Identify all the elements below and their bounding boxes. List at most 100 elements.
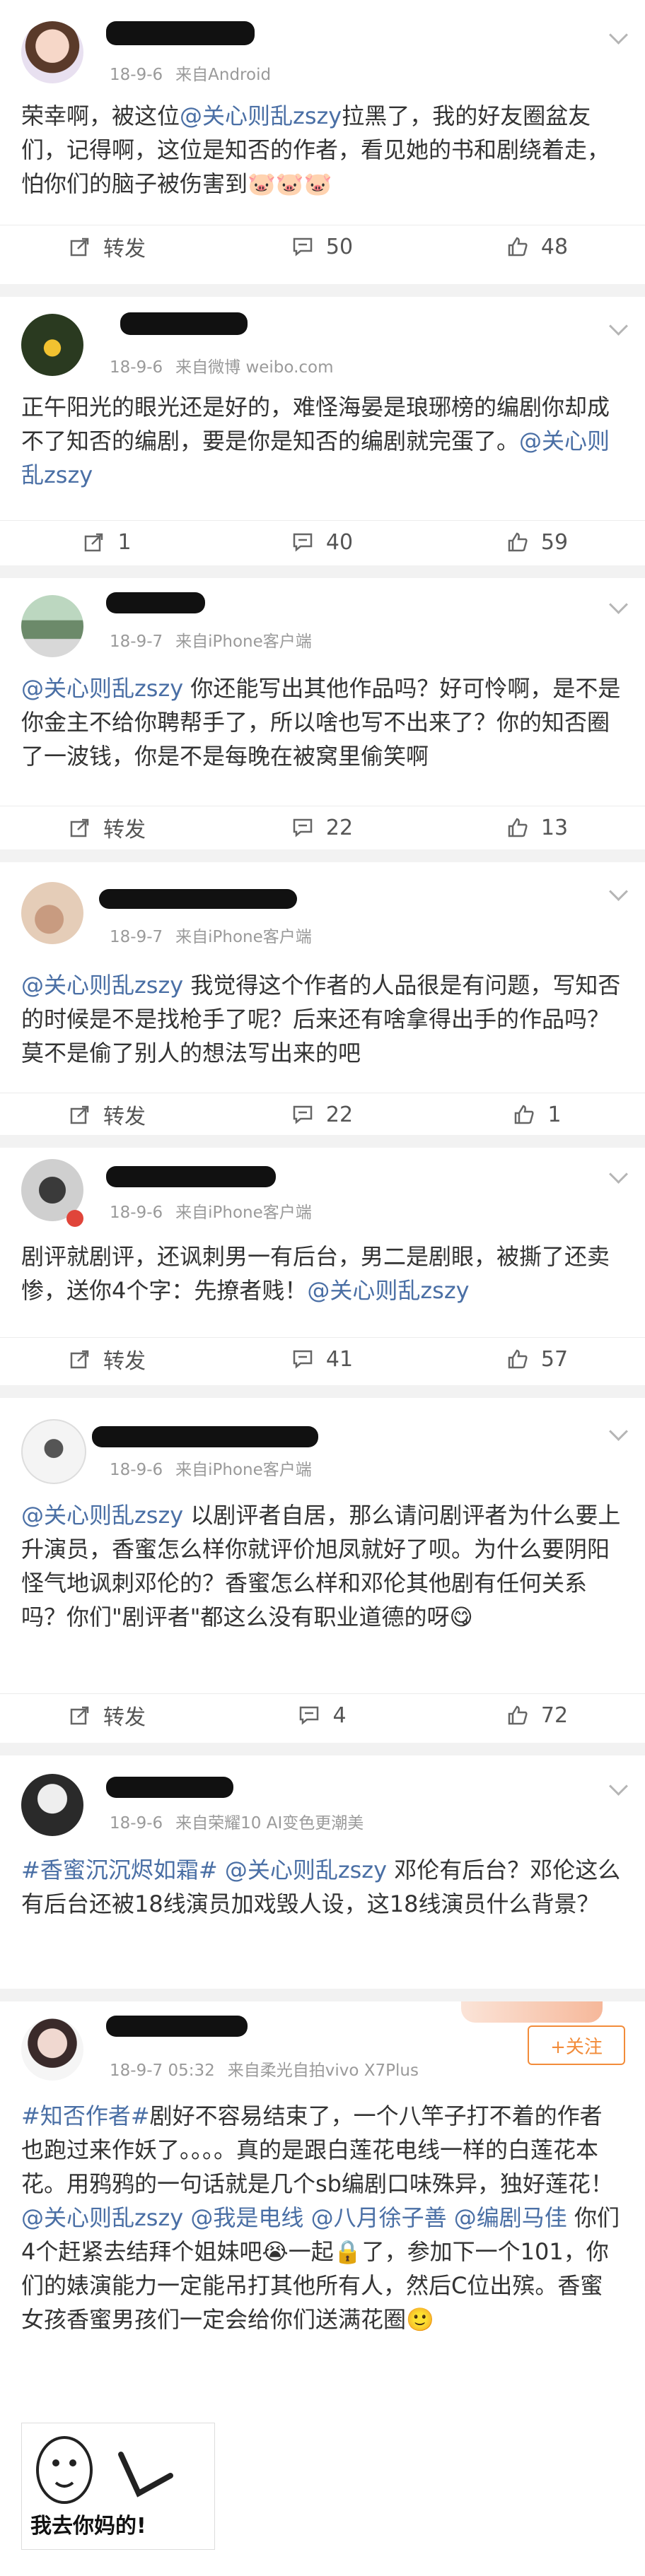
post-meta: 18-9-6 来自微博 weibo.com xyxy=(110,358,334,377)
comment-icon xyxy=(300,1706,319,1725)
chevron-down-icon[interactable] xyxy=(609,1422,628,1441)
post-card: 18-9-6 来自iPhone客户端 @关心则乱zszy 以剧评者自居，那么请问剧… xyxy=(0,1398,645,1743)
thumbs-up-icon xyxy=(508,818,528,837)
chevron-down-icon[interactable] xyxy=(609,882,628,901)
mention-link[interactable]: @我是电线 xyxy=(190,2204,303,2231)
action-bar: 转发 4 72 xyxy=(0,1693,645,1736)
avatar[interactable] xyxy=(21,595,83,657)
mention-link[interactable]: @编剧马佳 xyxy=(454,2204,567,2231)
mention-link[interactable]: @关心则乱zszy xyxy=(21,1502,183,1529)
mention-link[interactable]: @关心则乱zszy xyxy=(307,1277,469,1304)
mention-link[interactable]: #香蜜沉沉烬如霜# xyxy=(21,1857,218,1883)
emoji-icon: 🙂 xyxy=(406,2306,434,2333)
comment-button[interactable]: 22 xyxy=(215,806,430,849)
post-text: @关心则乱zszy 以剧评者自居，那么请问剧评者为什么要上升演员，香蜜怎么样你就… xyxy=(21,1498,622,1634)
repost-icon xyxy=(70,1105,89,1124)
post-card: 18-9-7 来自iPhone客户端 @关心则乱zszy 我觉得这个作者的人品很是… xyxy=(0,862,645,1135)
post-meta: 18-9-7 05:32 来自柔光自拍vivo X7Plus xyxy=(110,2062,419,2080)
post-text-segment xyxy=(183,2204,190,2231)
repost-button[interactable]: 1 xyxy=(0,521,215,563)
post-text-segment xyxy=(303,2204,310,2231)
avatar[interactable] xyxy=(21,1774,83,1836)
comment-button[interactable]: 4 xyxy=(215,1694,430,1736)
repost-button[interactable]: 转发 xyxy=(0,1338,215,1380)
repost-button[interactable]: 转发 xyxy=(0,225,215,268)
username-redacted[interactable] xyxy=(92,1426,318,1447)
comment-icon xyxy=(293,237,313,257)
mention-link[interactable]: @关心则乱zszy xyxy=(180,102,342,129)
avatar[interactable] xyxy=(21,21,83,83)
post-text: @关心则乱zszy 你还能写出其他作品吗？好可怜啊，是不是你金主不给你聘帮手了，… xyxy=(21,671,622,773)
post-card: 18-9-6 来自iPhone客户端 剧评就剧评，还讽刺男一有后台，男二是剧眼，被… xyxy=(0,1148,645,1385)
action-bar: 转发 22 13 xyxy=(0,806,645,849)
post-text: @关心则乱zszy 我觉得这个作者的人品很是有问题，写知否的时候是不是找枪手了呢… xyxy=(21,968,622,1070)
repost-button[interactable]: 转发 xyxy=(0,1093,215,1136)
sticker-caption: 我去你妈的! xyxy=(30,2514,146,2539)
comment-button[interactable]: 22 xyxy=(215,1093,430,1136)
repost-icon xyxy=(85,533,103,552)
meme-sticker-image[interactable]: 我去你妈的! xyxy=(21,2423,215,2550)
username-redacted[interactable] xyxy=(106,592,205,613)
thumbs-up-icon xyxy=(508,532,528,552)
avatar[interactable] xyxy=(21,1419,86,1484)
like-button[interactable]: 72 xyxy=(430,1694,645,1736)
post-meta: 18-9-6 来自Android xyxy=(110,66,272,84)
action-bar: 转发 22 1 xyxy=(0,1093,645,1136)
comment-icon xyxy=(293,1350,313,1369)
repost-button[interactable]: 转发 xyxy=(0,1694,215,1736)
avatar[interactable] xyxy=(21,882,83,944)
repost-icon xyxy=(70,1350,89,1369)
post-text: 荣幸啊，被这位@关心则乱zszy拉黑了，我的好友圈盆友们，记得啊，这位是知否的作… xyxy=(21,99,622,201)
post-meta: 18-9-7 来自iPhone客户端 xyxy=(110,928,312,946)
post-text-segment: 荣幸啊，被这位 xyxy=(21,102,180,129)
chevron-down-icon[interactable] xyxy=(609,595,628,614)
post-meta: 18-9-6 来自荣耀10 AI变色更潮美 xyxy=(110,1814,364,1833)
mention-link[interactable]: @关心则乱zszy xyxy=(21,675,183,702)
badge-icon xyxy=(66,1210,83,1227)
comment-icon xyxy=(293,818,313,837)
mention-link[interactable]: @关心则乱zszy xyxy=(21,2204,183,2231)
post-text: 剧评就剧评，还讽刺男一有后台，男二是剧眼，被撕了还卖惨，送你4个字：先撩者贱！@… xyxy=(21,1240,622,1307)
chevron-down-icon[interactable] xyxy=(609,317,628,336)
chevron-down-icon[interactable] xyxy=(609,1165,628,1184)
post-card: 18-9-7 05:32 来自柔光自拍vivo X7Plus +关注 #知否作者#… xyxy=(0,2001,645,2576)
avatar[interactable] xyxy=(21,314,83,376)
follow-button[interactable]: +关注 xyxy=(528,2025,625,2065)
like-button[interactable]: 59 xyxy=(430,521,645,563)
like-button[interactable]: 13 xyxy=(430,806,645,849)
mention-link[interactable]: #知否作者# xyxy=(21,2102,150,2129)
repost-icon xyxy=(70,818,89,837)
post-card: 18-9-6 来自荣耀10 AI变色更潮美 #香蜜沉沉烬如霜# @关心则乱zszy… xyxy=(0,1755,645,1989)
post-card: 18-9-6 来自Android 荣幸啊，被这位@关心则乱zszy拉黑了，我的好友… xyxy=(0,0,645,284)
meme-figure-icon xyxy=(36,2436,173,2504)
chevron-down-icon[interactable] xyxy=(609,1777,628,1796)
emoji-icon: 🐷🐷🐷 xyxy=(248,170,332,197)
username-redacted[interactable] xyxy=(120,312,248,335)
avatar[interactable] xyxy=(21,2018,83,2081)
emoji-icon: 😭 xyxy=(262,2238,289,2265)
like-button[interactable]: 1 xyxy=(430,1093,645,1136)
post-text: #香蜜沉沉烬如霜# @关心则乱zszy 邓伦有后台？邓伦这么有后台还被18线演员… xyxy=(21,1853,622,1921)
decoration-sticker-icon xyxy=(461,2001,603,2023)
username-redacted[interactable] xyxy=(106,1777,233,1798)
mention-link[interactable]: @八月徐子善 xyxy=(311,2204,447,2231)
comment-icon xyxy=(293,1105,313,1124)
username-redacted[interactable] xyxy=(106,21,255,45)
post-meta: 18-9-6 来自iPhone客户端 xyxy=(110,1204,312,1222)
username-redacted[interactable] xyxy=(106,1166,276,1187)
comment-icon xyxy=(293,533,313,552)
post-text-segment xyxy=(218,1857,225,1883)
username-redacted[interactable] xyxy=(106,2016,248,2037)
mention-link[interactable]: @关心则乱zszy xyxy=(225,1857,387,1883)
comment-button[interactable]: 41 xyxy=(215,1338,430,1380)
username-redacted[interactable] xyxy=(99,889,297,909)
mention-link[interactable]: @关心则乱zszy xyxy=(21,972,183,999)
comment-button[interactable]: 50 xyxy=(215,225,430,268)
thumbs-up-icon xyxy=(515,1105,535,1124)
comment-button[interactable]: 40 xyxy=(215,521,430,563)
repost-button[interactable]: 转发 xyxy=(0,806,215,849)
chevron-down-icon[interactable] xyxy=(609,25,628,45)
post-meta: 18-9-6 来自iPhone客户端 xyxy=(110,1461,312,1479)
like-button[interactable]: 57 xyxy=(430,1338,645,1380)
like-button[interactable]: 48 xyxy=(430,225,645,268)
